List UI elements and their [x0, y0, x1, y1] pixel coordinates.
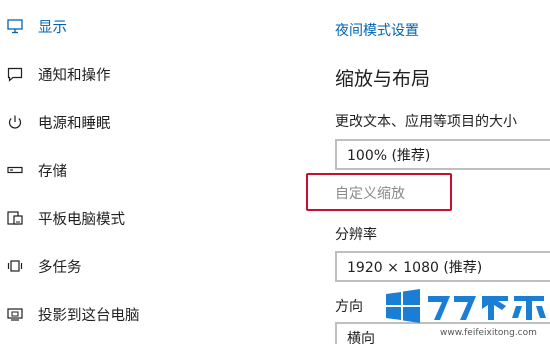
sidebar-item-multitasking[interactable]: 多任务: [0, 249, 300, 283]
sidebar-item-label: 显示: [38, 19, 67, 36]
sidebar-item-project-to-pc[interactable]: 投影到这台电脑: [0, 297, 300, 331]
feifei-brand-logo: [428, 296, 546, 320]
tablet-mode-icon: [6, 209, 24, 227]
resolution-dropdown[interactable]: 1920 × 1080 (推荐): [335, 251, 550, 282]
sidebar-item-power[interactable]: 电源和睡眠: [0, 105, 300, 139]
sidebar-item-tablet-mode[interactable]: 平板电脑模式: [0, 201, 300, 235]
sidebar-item-label: 多任务: [38, 259, 82, 276]
settings-window: 显示 通知和操作 电源和睡眠 存储 平板电脑模式 多任务 投影到这台电脑 夜间模…: [0, 0, 550, 344]
windows-logo-icon: [386, 289, 420, 323]
site-watermark: www.feifeixitong.com: [384, 287, 550, 344]
resolution-label: 分辨率: [335, 227, 377, 243]
resolution-dropdown-value: 1920 × 1080 (推荐): [347, 259, 483, 276]
sidebar-item-label: 电源和睡眠: [38, 115, 111, 132]
sidebar-item-storage[interactable]: 存储: [0, 153, 300, 187]
notification-icon: [6, 65, 24, 83]
multitask-icon: [6, 257, 24, 275]
watermark-url: www.feifeixitong.com: [440, 328, 537, 338]
orientation-dropdown-value: 横向: [347, 330, 375, 344]
scale-and-layout-heading: 缩放与布局: [335, 68, 431, 90]
night-light-settings-link[interactable]: 夜间模式设置: [335, 20, 419, 40]
settings-sidebar: 显示 通知和操作 电源和睡眠 存储 平板电脑模式 多任务 投影到这台电脑: [0, 0, 300, 344]
sidebar-item-label: 通知和操作: [38, 67, 111, 84]
projector-icon: [6, 305, 24, 323]
sidebar-item-label: 存储: [38, 163, 67, 180]
monitor-icon: [6, 17, 24, 35]
scale-label: 更改文本、应用等项目的大小: [335, 114, 517, 130]
sidebar-item-display[interactable]: 显示: [0, 9, 300, 43]
custom-scaling-link[interactable]: 自定义缩放: [335, 183, 405, 203]
sidebar-item-label: 平板电脑模式: [38, 211, 125, 228]
orientation-label: 方向: [335, 299, 363, 315]
sidebar-item-label: 投影到这台电脑: [38, 307, 140, 324]
power-icon: [6, 113, 24, 131]
sidebar-item-notifications[interactable]: 通知和操作: [0, 57, 300, 91]
storage-icon: [6, 161, 24, 179]
scale-dropdown-value: 100% (推荐): [347, 147, 431, 164]
scale-dropdown[interactable]: 100% (推荐): [335, 139, 550, 170]
